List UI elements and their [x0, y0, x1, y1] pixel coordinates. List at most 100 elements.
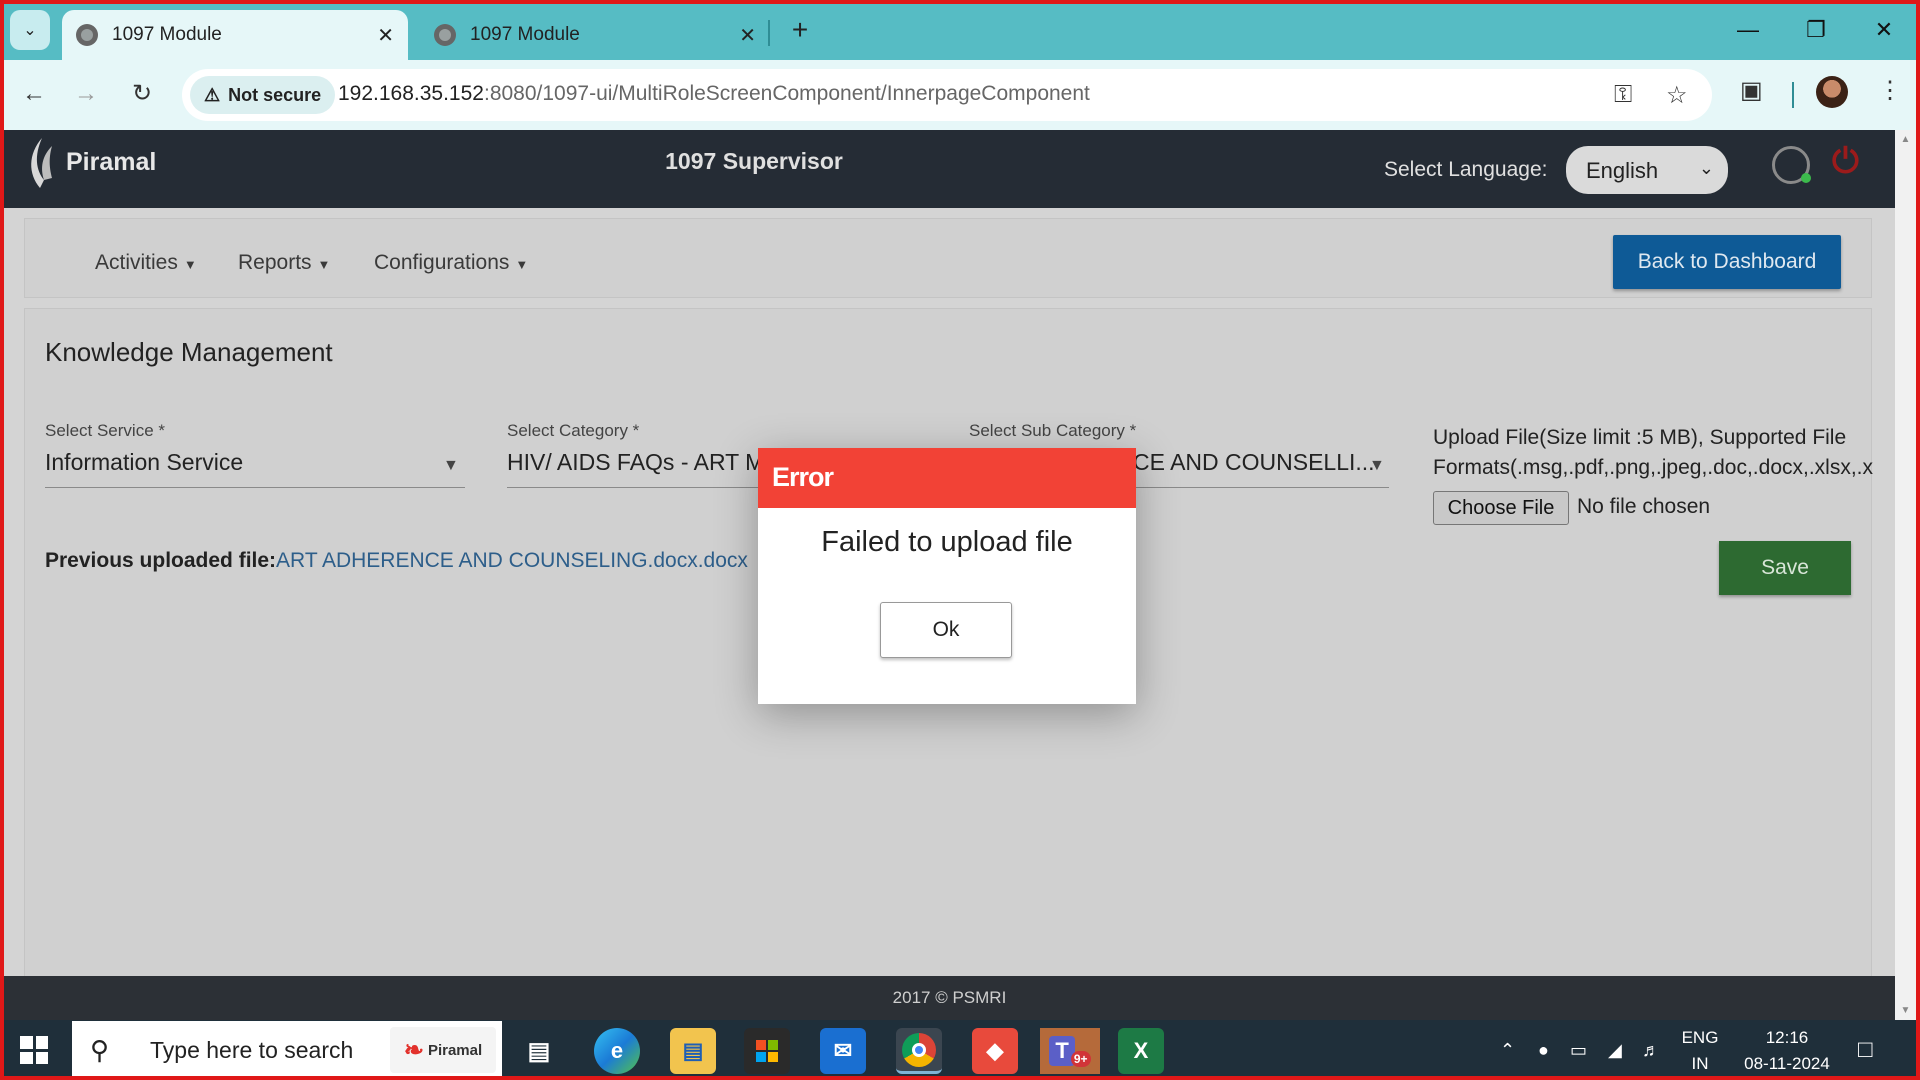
tab-title: 1097 Module — [112, 24, 222, 45]
app-header: Piramal 1097 Supervisor Select Language:… — [4, 130, 1895, 208]
taskbar-search[interactable]: ⚲ Type here to search ❧ Piramal — [72, 1021, 502, 1079]
edge-browser-icon[interactable]: e — [594, 1028, 640, 1074]
region-code: IN — [1691, 1054, 1709, 1073]
clock-time: 12:16 — [1765, 1028, 1809, 1047]
search-icon: ⚲ — [90, 1034, 110, 1065]
star-icon[interactable]: ☆ — [1666, 81, 1688, 110]
scroll-down-icon[interactable]: ▼ — [1895, 1005, 1916, 1016]
piramal-mini-icon: ❧ — [403, 1036, 424, 1064]
menu-label: Activities — [95, 251, 178, 274]
menu-label: Reports — [238, 251, 312, 274]
user-profile-icon[interactable] — [1772, 146, 1811, 184]
forward-arrow-icon[interactable]: → — [66, 74, 106, 114]
upload-instructions: Upload File(Size limit :5 MB), Supported… — [1433, 423, 1873, 483]
power-logout-icon[interactable]: ⏻ — [1832, 142, 1859, 181]
security-chip[interactable]: ⚠ Not secure — [190, 76, 336, 114]
minimize-button[interactable]: — — [1718, 8, 1778, 52]
browser-toolbar: ← → ↻ ⚠ Not secure 192.168.35.152:8080/1… — [0, 60, 1920, 130]
no-file-text: No file chosen — [1577, 495, 1711, 518]
menu-configurations[interactable]: Configurations ▼ — [374, 251, 528, 275]
subcategory-label: Select Sub Category * — [969, 421, 1137, 440]
anydesk-icon[interactable]: ◆ — [972, 1028, 1018, 1074]
windows-taskbar: ⚲ Type here to search ❧ Piramal ▤ e ▤ ✉ ◆… — [0, 1020, 1920, 1080]
new-tab-button[interactable]: + — [782, 12, 818, 48]
clock-date: 08-11-2024 — [1744, 1054, 1830, 1073]
save-button[interactable]: Save — [1719, 541, 1851, 595]
caret-down-icon: ▼ — [515, 257, 529, 272]
menu-reports[interactable]: Reports ▼ — [238, 251, 330, 275]
mail-icon[interactable]: ✉ — [820, 1028, 866, 1074]
chrome-browser-icon[interactable] — [896, 1028, 942, 1074]
globe-icon — [434, 24, 456, 46]
error-dialog: Error Failed to upload file Ok — [758, 448, 1136, 704]
previous-file-link[interactable]: ART ADHERENCE AND COUNSELING.docx.docx — [276, 549, 748, 572]
scroll-up-icon[interactable]: ▲ — [1895, 134, 1916, 145]
extensions-icon[interactable]: ▣ — [1740, 76, 1763, 105]
url-path: :8080/1097-ui/MultiRoleScreenComponent/I… — [483, 82, 1090, 105]
microphone-icon[interactable]: ● — [1538, 1040, 1549, 1061]
dialog-title: Error — [758, 448, 1136, 508]
category-select[interactable]: HIV/ AIDS FAQs - ART Mar — [507, 449, 783, 476]
language-value: English — [1586, 158, 1659, 183]
wifi-icon[interactable]: ◢ — [1608, 1040, 1622, 1061]
notifications-icon[interactable]: □ — [1858, 1036, 1873, 1064]
close-tab-icon[interactable]: ✕ — [377, 23, 394, 48]
choose-file-button[interactable]: Choose File — [1433, 491, 1569, 525]
dialog-message: Failed to upload file — [821, 526, 1073, 558]
service-underline — [45, 487, 465, 488]
file-explorer-icon[interactable]: ▤ — [670, 1028, 716, 1074]
windows-start-icon[interactable] — [20, 1036, 48, 1064]
chevron-down-icon: ⌄ — [1698, 158, 1714, 178]
menu-activities[interactable]: Activities ▼ — [95, 251, 197, 275]
language-select[interactable]: English ⌄ — [1566, 146, 1728, 194]
caret-down-icon[interactable]: ▼ — [443, 457, 459, 475]
tab-separator — [768, 20, 770, 46]
teams-badge: 9+ — [1070, 1051, 1091, 1067]
search-placeholder: Type here to search — [150, 1036, 354, 1063]
footer-copyright: 2017 © PSMRI — [4, 976, 1895, 1020]
task-view-icon[interactable]: ▤ — [516, 1028, 562, 1074]
chevron-down-icon: ⌄ — [23, 22, 37, 39]
close-window-button[interactable]: ✕ — [1854, 8, 1914, 52]
globe-icon — [76, 24, 98, 46]
subcategory-select[interactable]: CE AND COUNSELLI... — [1133, 449, 1373, 476]
input-language[interactable]: ENG IN — [1680, 1028, 1720, 1074]
tab-search-button[interactable]: ⌄ — [10, 10, 50, 50]
clock[interactable]: 12:16 08-11-2024 — [1732, 1028, 1842, 1074]
address-bar[interactable]: ⚠ Not secure 192.168.35.152:8080/1097-ui… — [182, 69, 1712, 121]
teams-icon[interactable]: T 9+ — [1040, 1028, 1100, 1074]
url-host: 192.168.35.152 — [338, 82, 484, 105]
menu-bar: Activities ▼ Reports ▼ Configurations ▼ Bac… — [24, 218, 1872, 298]
back-arrow-icon[interactable]: ← — [14, 74, 54, 114]
battery-icon[interactable]: ▭ — [1570, 1040, 1587, 1061]
service-select[interactable]: Information Service — [45, 449, 425, 476]
kebab-menu-icon[interactable]: ⋮ — [1878, 76, 1902, 105]
page-title: 1097 Supervisor — [665, 148, 843, 174]
browser-tab-2[interactable]: 1097 Module ✕ — [420, 10, 770, 60]
volume-icon[interactable]: ♬ — [1642, 1040, 1660, 1061]
search-brand-label: Piramal — [427, 1041, 483, 1059]
page-scrollbar[interactable]: ▲ ▼ — [1895, 130, 1916, 1020]
ok-button[interactable]: Ok — [880, 602, 1012, 658]
warning-icon: ⚠ — [204, 84, 221, 105]
close-tab-icon[interactable]: ✕ — [739, 23, 756, 48]
browser-tab-1[interactable]: 1097 Module ✕ — [62, 10, 408, 60]
reload-icon[interactable]: ↻ — [122, 74, 162, 114]
search-highlight-logo[interactable]: ❧ Piramal — [390, 1027, 496, 1073]
back-to-dashboard-button[interactable]: Back to Dashboard — [1613, 235, 1841, 289]
restore-button[interactable]: ❐ — [1786, 8, 1846, 52]
url-text[interactable]: 192.168.35.152:8080/1097-ui/MultiRoleScr… — [338, 82, 1090, 106]
caret-down-icon[interactable]: ▼ — [1369, 457, 1385, 475]
previous-file-label: Previous uploaded file: — [45, 549, 277, 572]
browser-tab-strip: ⌄ 1097 Module ✕ 1097 Module ✕ + — ❐ ✕ — [0, 0, 1920, 60]
language-code: ENG — [1681, 1028, 1719, 1047]
profile-avatar[interactable] — [1816, 76, 1848, 108]
key-icon[interactable]: ⚿ — [1614, 81, 1632, 109]
service-label: Select Service * — [45, 421, 165, 440]
caret-down-icon: ▼ — [183, 257, 197, 272]
excel-icon[interactable]: X — [1118, 1028, 1164, 1074]
upload-text-line1: Upload File(Size limit :5 MB), Supported… — [1433, 426, 1847, 449]
chevron-up-icon[interactable]: ⌃ — [1500, 1040, 1515, 1061]
language-label: Select Language: — [1384, 158, 1548, 181]
microsoft-store-icon[interactable] — [744, 1028, 790, 1074]
